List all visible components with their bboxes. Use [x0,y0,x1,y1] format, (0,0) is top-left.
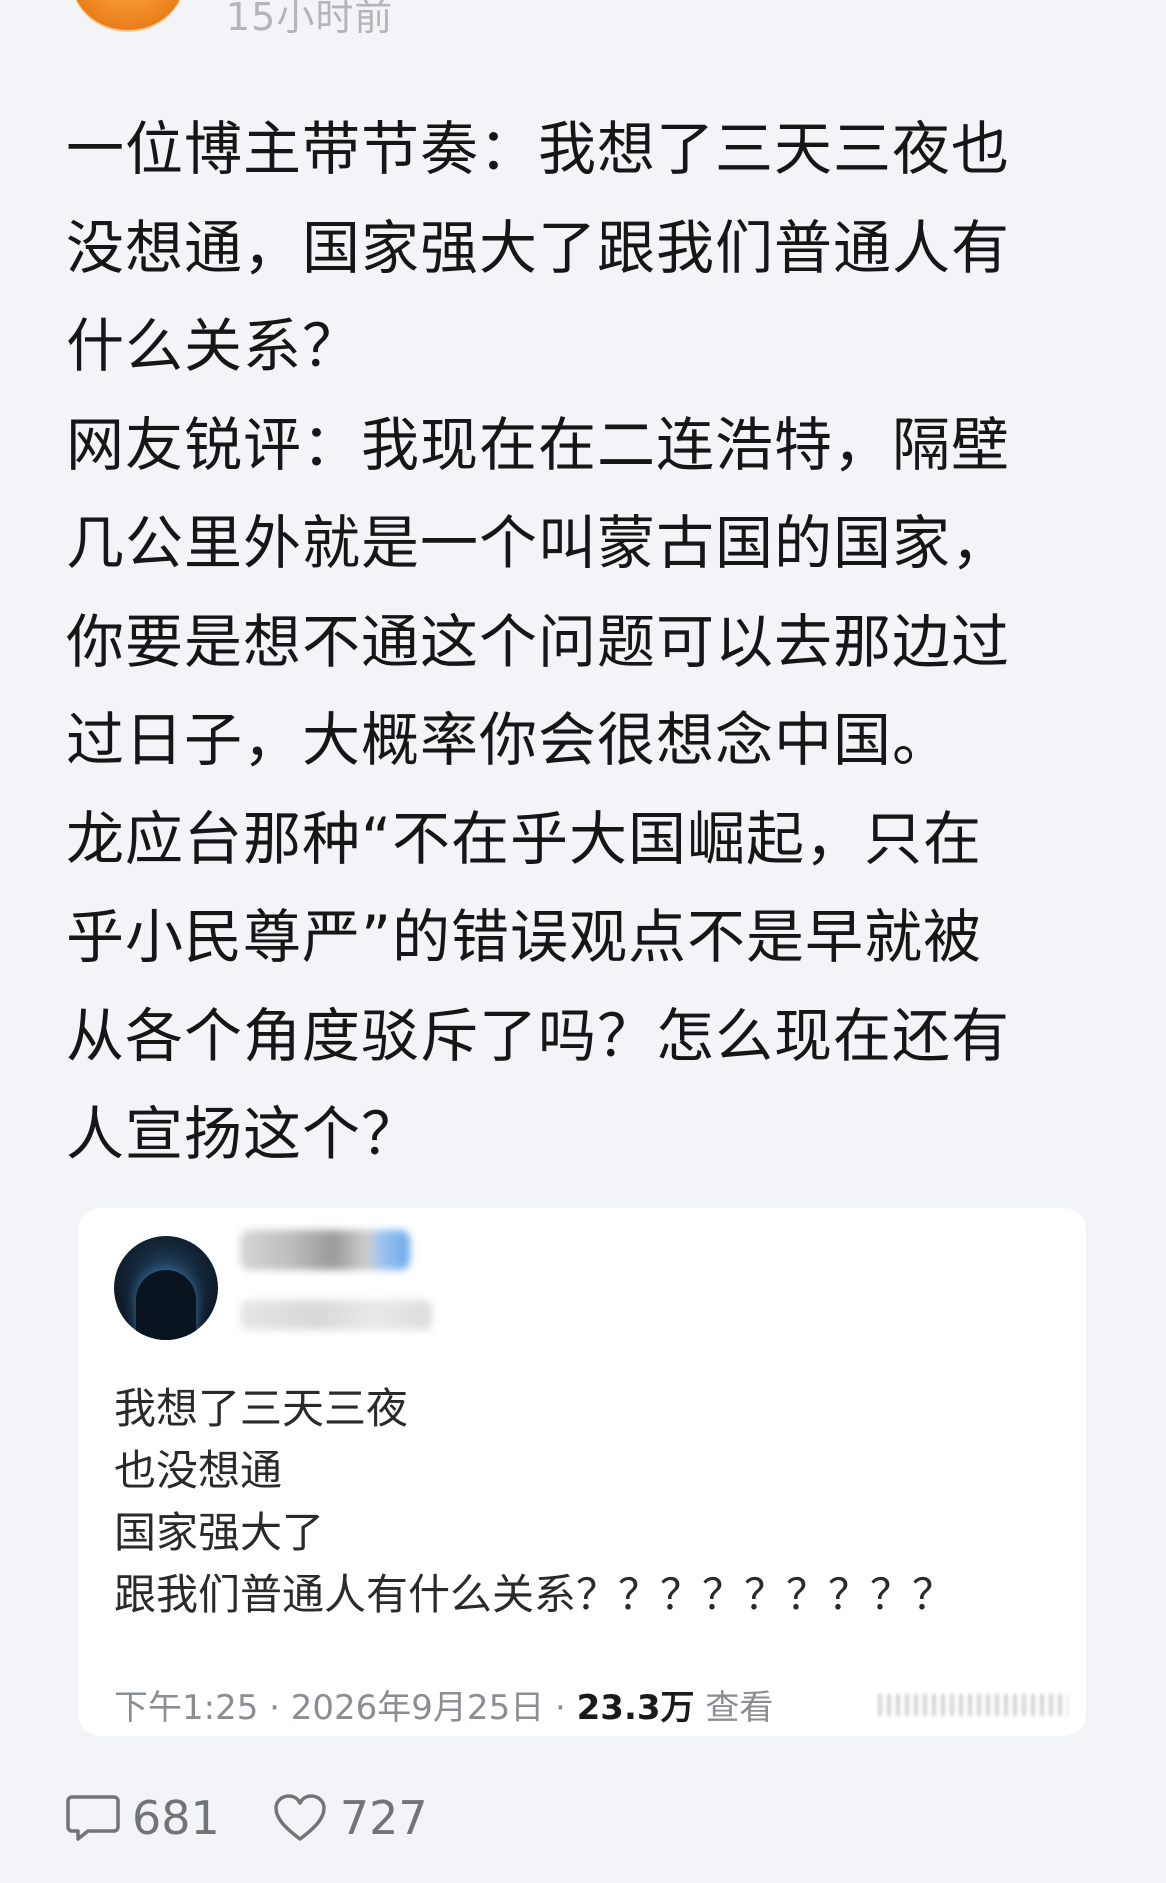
blurred-author-name [240,1230,410,1270]
heart-icon [272,1792,328,1844]
blurred-watermark [878,1694,1068,1716]
like-button[interactable]: 727 [272,1791,428,1845]
post-line: 一位博主带节奏：我想了三天三夜也 [66,115,1011,183]
post-actions: 681 727 [66,1788,480,1848]
quoted-line: 我想了三天三夜 [114,1384,409,1433]
post-line: 乎小民尊严”的错误观点不是早就被 [66,903,983,971]
post-text: 一位博主带节奏：我想了三天三夜也 没想通，国家强大了跟我们普通人有 什么关系？ … [66,100,1086,1184]
quoted-post-card[interactable]: 我想了三天三夜 也没想通 国家强大了 跟我们普通人有什么关系？？？？？？？？？ … [78,1208,1086,1736]
post-line: 从各个角度驳斥了吗？怎么现在还有 [66,1001,1011,1070]
quoted-line: 跟我们普通人有什么关系？？？？？？？？？ [114,1570,955,1619]
post-line: 没想通，国家强大了跟我们普通人有 [66,213,1011,282]
quoted-line: 也没想通 [114,1446,283,1495]
like-count: 727 [339,1791,428,1845]
post-line: 什么关系？ [66,312,362,380]
quoted-author-avatar[interactable] [114,1236,218,1340]
quoted-line: 国家强大了 [114,1508,325,1557]
views-count: 23.3万 [576,1688,695,1728]
comment-count: 681 [132,1791,220,1845]
quoted-post-text: 我想了三天三夜 也没想通 国家强大了 跟我们普通人有什么关系？？？？？？？？？ [114,1378,954,1626]
post-line: 网友锐评：我现在在二连浩特，隔壁 [66,410,1011,479]
post-line: 龙应台那种“不在乎大国崛起，只在 [66,804,983,873]
hooded-figure-icon [136,1270,196,1340]
post-line: 几公里外就是一个叫蒙古国的国家， [66,509,1011,577]
post-line: 人宣扬这个？ [66,1100,421,1168]
quoted-timestamp: 下午1:25 · 2026年9月25日 · [114,1688,577,1728]
quoted-post-meta: 下午1:25 · 2026年9月25日 · 23.3万 查看 [114,1680,773,1729]
post-line: 过日子，大概率你会很想念中国。 [66,706,952,774]
post-time: 15小时前 [226,0,394,39]
comment-button[interactable]: 681 [66,1791,220,1845]
blurred-author-handle [240,1300,432,1330]
comment-icon [66,1793,120,1843]
views-label: 查看 [694,1688,774,1728]
post-header: 15小时前 [0,0,1166,40]
author-avatar[interactable] [72,0,184,30]
post-line: 你要是想不通这个问题可以去那边过 [66,607,1011,676]
